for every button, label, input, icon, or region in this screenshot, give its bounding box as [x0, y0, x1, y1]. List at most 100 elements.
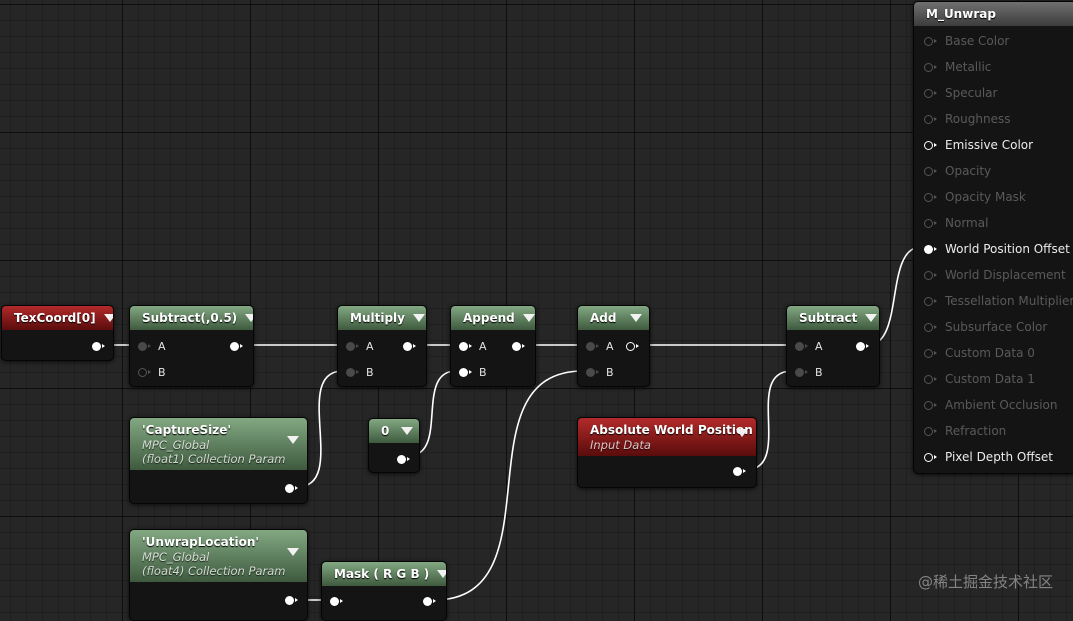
input-pin-icon[interactable]	[924, 296, 937, 306]
input-pin-icon[interactable]	[924, 400, 937, 410]
input-pin-icon[interactable]	[924, 244, 937, 254]
constant-zero-output[interactable]	[397, 451, 410, 467]
material-input-tessellation-multiplier[interactable]: Tessellation Multiplier	[924, 293, 1073, 309]
append-node[interactable]: Append A B	[450, 305, 536, 387]
multiply-input-a[interactable]: A	[346, 338, 374, 354]
input-pin-icon[interactable]	[924, 322, 937, 332]
texcoord-node[interactable]: TexCoord[0]	[1, 305, 114, 361]
material-input-world-position-offset[interactable]: World Position Offset	[924, 241, 1070, 257]
subtract-header[interactable]: Subtract	[787, 306, 879, 330]
input-pin-icon[interactable]	[138, 341, 151, 351]
input-pin-icon[interactable]	[924, 374, 937, 384]
material-input-normal[interactable]: Normal	[924, 215, 988, 231]
input-pin-icon[interactable]	[924, 452, 937, 462]
subtract-half-input-a[interactable]: A	[138, 338, 166, 354]
absolute-world-position-header[interactable]: Absolute World Position Input Data	[578, 418, 756, 456]
material-input-pixel-depth-offset[interactable]: Pixel Depth Offset	[924, 449, 1053, 465]
mask-output[interactable]	[423, 593, 436, 609]
input-pin-icon[interactable]	[924, 88, 937, 98]
append-input-b[interactable]: B	[459, 364, 487, 380]
input-pin-icon[interactable]	[795, 341, 808, 351]
input-pin-icon[interactable]	[459, 341, 472, 351]
input-pin-icon[interactable]	[586, 367, 599, 377]
multiply-node[interactable]: Multiply A B	[337, 305, 427, 387]
capture-size-node[interactable]: 'CaptureSize' MPC_Global (float1) Collec…	[129, 417, 308, 504]
output-pin-icon[interactable]	[403, 341, 416, 351]
output-pin-icon[interactable]	[856, 341, 869, 351]
mask-header[interactable]: Mask ( R G B )	[322, 562, 446, 586]
texcoord-header[interactable]: TexCoord[0]	[2, 306, 113, 330]
input-pin-icon[interactable]	[924, 62, 937, 72]
material-input-roughness[interactable]: Roughness	[924, 111, 1010, 127]
input-pin-icon[interactable]	[330, 596, 343, 606]
material-input-world-displacement[interactable]: World Displacement	[924, 267, 1066, 283]
input-pin-icon[interactable]	[138, 367, 151, 377]
multiply-header[interactable]: Multiply	[338, 306, 426, 330]
output-pin-icon[interactable]	[733, 466, 746, 476]
output-pin-icon[interactable]	[92, 341, 105, 351]
output-pin-icon[interactable]	[397, 454, 410, 464]
material-input-custom-data-0[interactable]: Custom Data 0	[924, 345, 1035, 361]
input-pin-icon[interactable]	[924, 36, 937, 46]
input-pin-icon[interactable]	[924, 348, 937, 358]
subtract-input-b[interactable]: B	[795, 364, 823, 380]
material-input-ambient-occlusion[interactable]: Ambient Occlusion	[924, 397, 1057, 413]
subtract-node[interactable]: Subtract A B	[786, 305, 880, 387]
append-input-a[interactable]: A	[459, 338, 487, 354]
constant-zero-header[interactable]: 0	[369, 419, 419, 443]
chevron-down-icon[interactable]	[437, 570, 446, 578]
unwrap-location-output[interactable]	[285, 592, 298, 608]
material-input-opacity-mask[interactable]: Opacity Mask	[924, 189, 1026, 205]
chevron-down-icon[interactable]	[287, 548, 299, 556]
material-input-metallic[interactable]: Metallic	[924, 59, 991, 75]
chevron-down-icon[interactable]	[736, 429, 748, 437]
chevron-down-icon[interactable]	[103, 314, 113, 322]
subtract-input-a[interactable]: A	[795, 338, 823, 354]
absolute-world-position-output[interactable]	[733, 463, 746, 479]
chevron-down-icon[interactable]	[401, 427, 413, 435]
constant-zero-node[interactable]: 0	[368, 418, 420, 473]
material-input-opacity[interactable]: Opacity	[924, 163, 991, 179]
unwrap-location-header[interactable]: 'UnwrapLocation' MPC_Global (float4) Col…	[130, 530, 307, 582]
append-header[interactable]: Append	[451, 306, 535, 330]
input-pin-icon[interactable]	[924, 270, 937, 280]
output-pin-icon[interactable]	[285, 483, 298, 493]
subtract-half-node[interactable]: Subtract(,0.5) A B	[129, 305, 254, 387]
subtract-output[interactable]	[856, 338, 869, 354]
subtract-half-output[interactable]	[230, 338, 243, 354]
capture-size-header[interactable]: 'CaptureSize' MPC_Global (float1) Collec…	[130, 418, 307, 470]
input-pin-icon[interactable]	[795, 367, 808, 377]
material-input-base-color[interactable]: Base Color	[924, 33, 1009, 49]
material-input-custom-data-1[interactable]: Custom Data 1	[924, 371, 1035, 387]
append-output[interactable]	[512, 338, 525, 354]
add-output[interactable]	[626, 338, 639, 354]
material-input-specular[interactable]: Specular	[924, 85, 997, 101]
subtract-half-input-b[interactable]: B	[138, 364, 166, 380]
input-pin-icon[interactable]	[924, 140, 937, 150]
output-pin-icon[interactable]	[626, 341, 639, 351]
input-pin-icon[interactable]	[346, 341, 359, 351]
output-pin-icon[interactable]	[285, 595, 298, 605]
multiply-output[interactable]	[403, 338, 416, 354]
material-input-subsurface-color[interactable]: Subsurface Color	[924, 319, 1047, 335]
material-result-header[interactable]: M_Unwrap	[914, 2, 1073, 26]
unwrap-location-node[interactable]: 'UnwrapLocation' MPC_Global (float4) Col…	[129, 529, 308, 621]
material-input-refraction[interactable]: Refraction	[924, 423, 1006, 439]
output-pin-icon[interactable]	[423, 596, 436, 606]
add-input-b[interactable]: B	[586, 364, 614, 380]
input-pin-icon[interactable]	[924, 426, 937, 436]
mask-node[interactable]: Mask ( R G B )	[321, 561, 447, 621]
input-pin-icon[interactable]	[586, 341, 599, 351]
output-pin-icon[interactable]	[230, 341, 243, 351]
chevron-down-icon[interactable]	[522, 314, 535, 322]
chevron-down-icon[interactable]	[630, 314, 642, 322]
absolute-world-position-node[interactable]: Absolute World Position Input Data	[577, 417, 757, 488]
input-pin-icon[interactable]	[924, 192, 937, 202]
add-node[interactable]: Add A B	[577, 305, 650, 387]
chevron-down-icon[interactable]	[412, 314, 425, 322]
material-input-emissive-color[interactable]: Emissive Color	[924, 137, 1033, 153]
subtract-half-header[interactable]: Subtract(,0.5)	[130, 306, 253, 330]
chevron-down-icon[interactable]	[287, 436, 299, 444]
add-input-a[interactable]: A	[586, 338, 614, 354]
capture-size-output[interactable]	[285, 480, 298, 496]
